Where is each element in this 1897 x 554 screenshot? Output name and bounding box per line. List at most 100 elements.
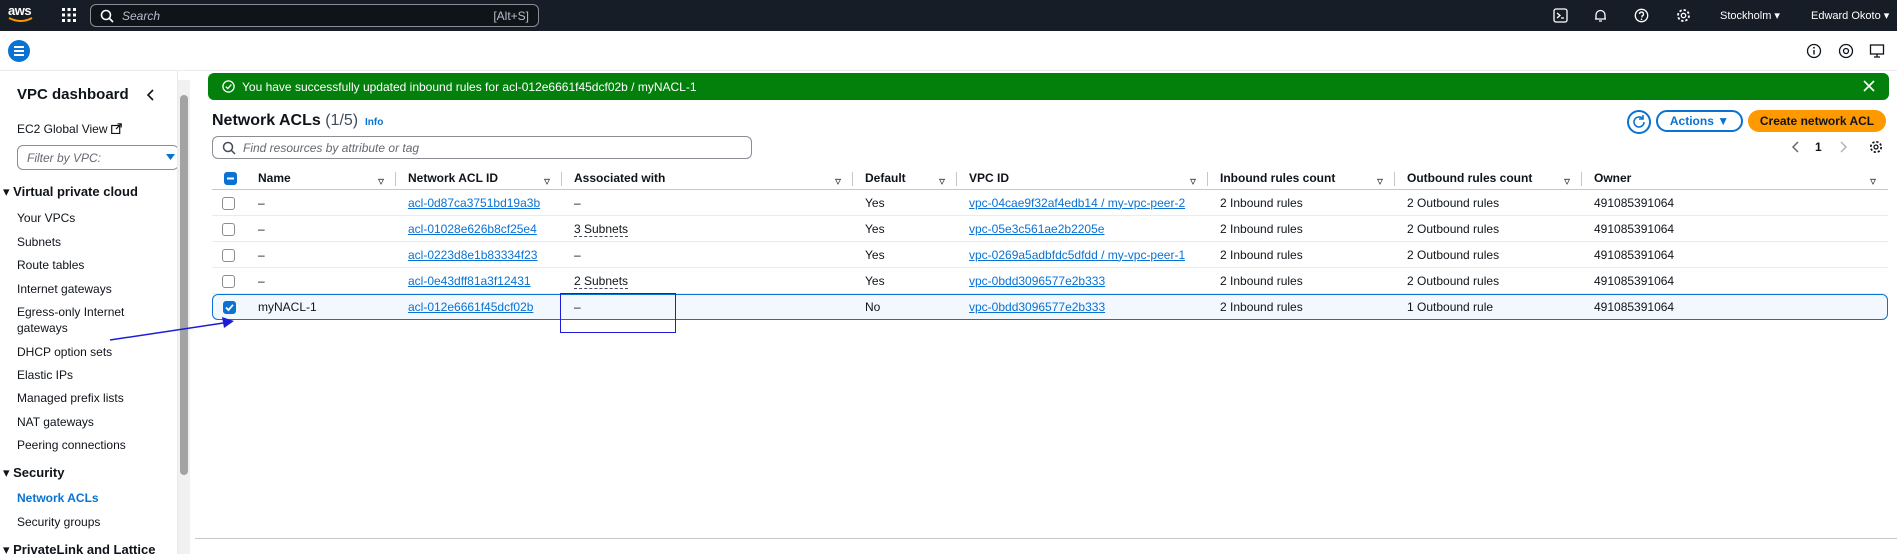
row-checkbox[interactable] xyxy=(222,274,235,288)
cell-name: – xyxy=(246,190,396,216)
table-row[interactable]: – acl-0e43dff81a3f12431 2 Subnets Yes vp… xyxy=(212,268,1888,294)
cell-default: Yes xyxy=(853,268,957,294)
column-header-network-acl-id[interactable]: Network ACL ID ▿ xyxy=(396,166,562,190)
vpc-id-link[interactable]: vpc-0bdd3096577e2b333 xyxy=(969,274,1105,288)
current-page-number[interactable]: 1 xyxy=(1815,140,1822,154)
sidebar-item-internet-gateways[interactable]: Internet gateways xyxy=(17,282,112,296)
cell-vpc-id: vpc-0269a5adbfdc5dfdd / my-vpc-peer-1 xyxy=(957,242,1208,268)
account-menu[interactable]: Edward Okoto ▾ xyxy=(1811,9,1889,22)
sidebar-section-security[interactable]: ▾ Security xyxy=(3,465,64,481)
cell-acl-id: acl-0d87ca3751bd19a3b xyxy=(396,190,562,216)
indeterminate-icon xyxy=(227,177,234,180)
sidebar-item-peering-connections[interactable]: Peering connections xyxy=(17,438,126,452)
aws-logo[interactable]: aws xyxy=(8,4,36,26)
cloudshell-icon[interactable] xyxy=(1553,8,1568,23)
vpc-id-link[interactable]: vpc-04cae9f32af4edb14 / my-vpc-peer-2 xyxy=(969,196,1185,210)
create-network-acl-button[interactable]: Create network ACL xyxy=(1748,110,1886,132)
cell-outbound-rules: 2 Outbound rules xyxy=(1395,190,1582,216)
sort-icon: ▿ xyxy=(938,174,945,188)
settings-gear-icon[interactable] xyxy=(1676,8,1691,23)
acl-id-link[interactable]: acl-012e6661f45dcf02b xyxy=(408,300,533,314)
vpc-filter-select[interactable]: Filter by VPC: xyxy=(17,145,177,170)
close-icon[interactable] xyxy=(1863,80,1875,92)
annotation-highlight-box xyxy=(560,293,676,333)
cell-owner: 491085391064 xyxy=(1582,242,1888,268)
vpc-id-link[interactable]: vpc-0bdd3096577e2b333 xyxy=(969,300,1105,314)
sidebar-item-nat-gateways[interactable]: NAT gateways xyxy=(17,415,94,429)
row-checkbox[interactable] xyxy=(222,248,235,262)
table-row[interactable]: – acl-0223d8e1b83334f23 – Yes vpc-0269a5… xyxy=(212,242,1888,268)
cell-acl-id: acl-0223d8e1b83334f23 xyxy=(396,242,562,268)
sidebar-item-ec2-global-view[interactable]: EC2 Global View xyxy=(17,122,122,136)
search-placeholder: Search xyxy=(122,9,161,23)
row-checkbox[interactable] xyxy=(222,222,235,236)
find-resources-input[interactable]: Find resources by attribute or tag xyxy=(212,136,752,159)
column-label: Owner xyxy=(1594,170,1632,185)
column-header-owner[interactable]: Owner ▿ xyxy=(1582,166,1888,190)
select-all-checkbox[interactable] xyxy=(224,171,237,185)
previous-page-icon[interactable] xyxy=(1791,141,1801,153)
region-selector[interactable]: Stockholm ▾ xyxy=(1720,9,1780,22)
acl-id-link[interactable]: acl-0d87ca3751bd19a3b xyxy=(408,196,540,210)
column-header-associated-with[interactable]: Associated with ▿ xyxy=(562,166,853,190)
acl-id-link[interactable]: acl-0e43dff81a3f12431 xyxy=(408,274,531,288)
notifications-bell-icon[interactable] xyxy=(1593,8,1608,23)
row-checkbox[interactable] xyxy=(222,196,235,210)
sidebar-item-route-tables[interactable]: Route tables xyxy=(17,258,84,272)
table-row-selected[interactable]: myNACL-1 acl-012e6661f45dcf02b – No vpc-… xyxy=(212,294,1888,320)
sidebar-item-network-acls[interactable]: Network ACLs xyxy=(17,491,99,505)
actions-button[interactable]: Actions ▼ xyxy=(1656,110,1743,132)
sidebar-title[interactable]: VPC dashboard xyxy=(17,86,129,103)
sidebar-section-privatelink[interactable]: ▾ PrivateLink and Lattice xyxy=(3,542,155,554)
sidebar-item-label: EC2 Global View xyxy=(17,122,108,136)
sidebar-item-subnets[interactable]: Subnets xyxy=(17,235,61,249)
network-acls-table: Name ▿ Network ACL ID ▿ Associated with ▿ D… xyxy=(212,166,1888,320)
column-header-name[interactable]: Name ▿ xyxy=(246,166,396,190)
info-link[interactable]: Info xyxy=(365,117,383,128)
scrollbar-thumb[interactable] xyxy=(180,95,188,475)
split-panel-handle[interactable] xyxy=(195,538,1897,554)
sidebar-section-label: PrivateLink and Lattice xyxy=(13,542,156,554)
help-icon[interactable] xyxy=(1634,8,1649,23)
info-circle-icon[interactable] xyxy=(1806,43,1822,59)
table-row[interactable]: – acl-0d87ca3751bd19a3b – Yes vpc-04cae9… xyxy=(212,190,1888,216)
column-header-inbound-rules-count[interactable]: Inbound rules count ▿ xyxy=(1208,166,1395,190)
associated-subnets-popover[interactable]: 3 Subnets xyxy=(574,221,629,237)
table-settings-gear-icon[interactable] xyxy=(1869,140,1883,154)
display-preferences-icon[interactable] xyxy=(1869,43,1885,59)
services-grid-icon[interactable] xyxy=(62,8,76,22)
vpc-id-link[interactable]: vpc-0269a5adbfdc5dfdd / my-vpc-peer-1 xyxy=(969,248,1185,262)
cell-outbound-rules: 2 Outbound rules xyxy=(1395,242,1582,268)
external-link-icon xyxy=(110,123,122,135)
next-page-icon[interactable] xyxy=(1838,141,1848,153)
associated-subnets-popover[interactable]: 2 Subnets xyxy=(574,273,629,289)
acl-id-link[interactable]: acl-01028e626b8cf25e4 xyxy=(408,222,537,236)
feedback-icon[interactable] xyxy=(1838,43,1854,59)
global-search-input[interactable]: Search [Alt+S] xyxy=(90,4,539,27)
sidebar-item-managed-prefix-lists[interactable]: Managed prefix lists xyxy=(17,391,124,405)
navigation-menu-button[interactable] xyxy=(8,40,30,62)
secondary-toolbar xyxy=(0,31,1897,71)
acl-id-link[interactable]: acl-0223d8e1b83334f23 xyxy=(408,248,537,262)
cell-default: No xyxy=(853,294,957,320)
column-header-default[interactable]: Default ▿ xyxy=(853,166,957,190)
column-header-vpc-id[interactable]: VPC ID ▿ xyxy=(957,166,1208,190)
cell-vpc-id: vpc-0bdd3096577e2b333 xyxy=(957,268,1208,294)
annotation-arrow-icon xyxy=(109,317,234,341)
sort-icon: ▿ xyxy=(543,174,550,188)
sidebar-item-elastic-ips[interactable]: Elastic IPs xyxy=(17,368,73,382)
refresh-button[interactable] xyxy=(1627,110,1651,134)
cell-inbound-rules: 2 Inbound rules xyxy=(1208,268,1395,294)
column-label: Default xyxy=(865,170,906,185)
cell-outbound-rules: 2 Outbound rules xyxy=(1395,268,1582,294)
vpc-id-link[interactable]: vpc-05e3c561ae2b2205e xyxy=(969,222,1104,236)
column-header-outbound-rules-count[interactable]: Outbound rules count ▿ xyxy=(1395,166,1582,190)
sidebar-item-dhcp-option-sets[interactable]: DHCP option sets xyxy=(17,345,112,359)
cell-name: myNACL-1 xyxy=(246,294,396,320)
sidebar-section-vpc[interactable]: ▾ Virtual private cloud xyxy=(3,184,138,200)
table-row[interactable]: – acl-01028e626b8cf25e4 3 Subnets Yes vp… xyxy=(212,216,1888,242)
cell-name: – xyxy=(246,216,396,242)
sidebar-item-your-vpcs[interactable]: Your VPCs xyxy=(17,211,75,225)
collapse-sidebar-icon[interactable] xyxy=(146,88,156,102)
sidebar-item-security-groups[interactable]: Security groups xyxy=(17,515,100,529)
